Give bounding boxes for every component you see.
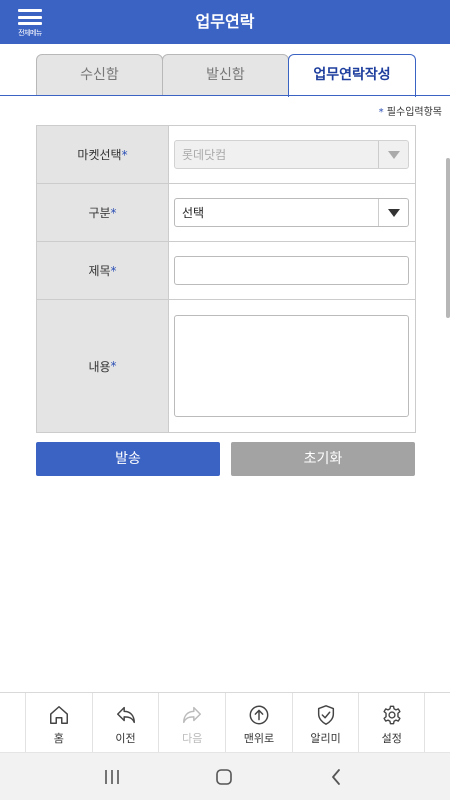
market-label-text: 마켓선택	[77, 148, 122, 162]
subject-label: 제목 *	[36, 242, 169, 299]
content-label-text: 내용	[88, 359, 111, 374]
category-label: 구분 *	[36, 184, 169, 241]
market-row: 마켓선택 * 롯데닷컴	[36, 126, 416, 184]
market-select-value: 롯데닷컴	[182, 148, 227, 162]
nav-settings[interactable]: 설정	[358, 693, 426, 752]
nav-back-label: 이전	[115, 732, 136, 745]
tab-compose[interactable]: 업무연락작성	[288, 54, 416, 97]
compose-form: 마켓선택 * 롯데닷컴 구분 * 선택 제목 * 내용 *	[36, 125, 416, 433]
bottom-nav: 홈 이전 다음 맨위로 알리미 설정	[0, 692, 450, 752]
required-star: *	[378, 107, 384, 118]
nav-forward-label: 다음	[182, 732, 203, 745]
category-row: 구분 * 선택	[36, 184, 416, 242]
home-system-button[interactable]	[213, 767, 235, 787]
full-menu-label: 전체메뉴	[18, 29, 42, 37]
subject-required-star: *	[110, 263, 117, 278]
chevron-left-icon	[332, 769, 340, 785]
tab-bar: 수신함 발신함 업무연락작성	[36, 54, 416, 97]
market-required-star: *	[121, 147, 128, 162]
required-note-text: 필수입력항목	[386, 107, 442, 118]
content-required-star: *	[110, 359, 117, 373]
nav-notifier-label: 알리미	[310, 732, 341, 745]
category-required-star: *	[110, 205, 117, 220]
full-menu-button[interactable]: 전체메뉴	[0, 0, 60, 44]
tab-outbox[interactable]: 발신함	[162, 54, 289, 96]
category-label-text: 구분	[88, 206, 111, 220]
page-title: 업무연락	[195, 12, 255, 31]
tab-inbox[interactable]: 수신함	[36, 54, 163, 96]
dropdown-arrow-icon	[378, 141, 408, 168]
nav-notifier[interactable]: 알리미	[291, 693, 359, 752]
nav-home[interactable]: 홈	[25, 693, 92, 752]
forward-arrow-icon	[183, 706, 202, 724]
recent-apps-icon	[105, 770, 119, 784]
subject-label-text: 제목	[88, 264, 111, 278]
hamburger-icon	[18, 9, 42, 25]
system-nav-bar	[0, 752, 450, 800]
back-arrow-icon	[116, 706, 135, 724]
dropdown-arrow-icon	[378, 199, 408, 226]
scrollbar[interactable]	[446, 158, 450, 318]
nav-home-label: 홈	[53, 732, 64, 745]
arrow-up-circle-icon	[249, 705, 269, 725]
market-label: 마켓선택 *	[36, 126, 169, 183]
subject-input[interactable]	[174, 256, 409, 285]
reset-button[interactable]: 초기화	[231, 442, 415, 476]
nav-settings-label: 설정	[381, 732, 402, 745]
category-select[interactable]: 선택	[174, 198, 409, 227]
home-icon	[49, 706, 68, 724]
content-label: 내용 *	[36, 300, 169, 432]
tab-underline	[0, 95, 450, 96]
app-header: 전체메뉴 업무연락	[0, 0, 450, 44]
system-home-icon	[216, 769, 232, 785]
shield-check-icon	[317, 705, 334, 725]
system-back-button[interactable]	[326, 767, 346, 787]
content-textarea[interactable]	[174, 315, 409, 417]
nav-top-label: 맨위로	[243, 732, 275, 745]
required-note: * 필수입력항목	[379, 103, 442, 118]
send-button[interactable]: 발송	[36, 442, 220, 476]
recent-apps-button[interactable]	[102, 767, 122, 787]
content-row: 내용 *	[36, 300, 416, 433]
market-select[interactable]: 롯데닷컴	[174, 140, 409, 169]
nav-top[interactable]: 맨위로	[225, 693, 292, 752]
gear-icon	[383, 705, 401, 725]
nav-back[interactable]: 이전	[91, 693, 159, 752]
nav-forward[interactable]: 다음	[158, 693, 225, 752]
category-select-value: 선택	[182, 206, 205, 220]
subject-row: 제목 *	[36, 242, 416, 300]
